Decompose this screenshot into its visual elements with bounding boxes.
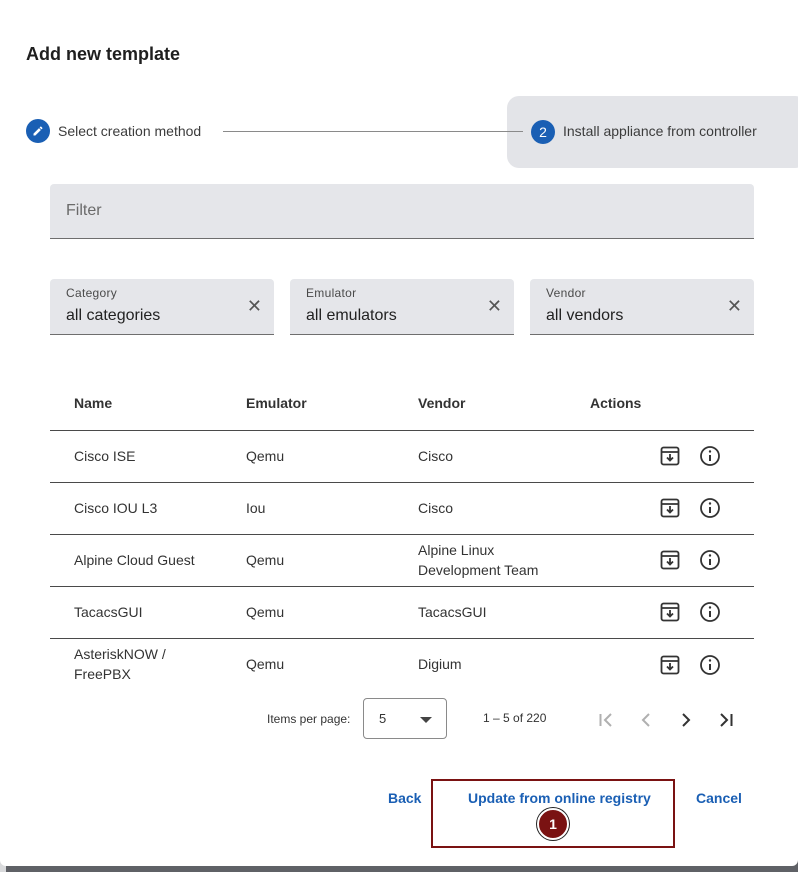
- cell-emulator: Qemu: [246, 552, 285, 568]
- install-icon[interactable]: [658, 496, 682, 520]
- vendor-value: all vendors: [546, 307, 624, 324]
- emulator-label: Emulator: [306, 286, 357, 300]
- cell-name: Cisco IOU L3: [74, 500, 158, 516]
- step-1-indicator[interactable]: [26, 119, 50, 143]
- last-page-icon[interactable]: [714, 708, 738, 732]
- cell-emulator: Qemu: [246, 604, 285, 620]
- cancel-button[interactable]: Cancel: [696, 790, 742, 806]
- next-page-icon[interactable]: [674, 708, 698, 732]
- cell-name: Alpine Cloud Guest: [74, 552, 195, 568]
- info-icon[interactable]: [698, 600, 722, 624]
- vendor-label: Vendor: [546, 286, 586, 300]
- info-icon[interactable]: [698, 444, 722, 468]
- cell-vendor: TacacsGUI: [418, 604, 487, 620]
- info-icon[interactable]: [698, 548, 722, 572]
- emulator-value: all emulators: [306, 307, 397, 324]
- back-button[interactable]: Back: [388, 790, 421, 806]
- cell-emulator: Iou: [246, 500, 266, 516]
- cell-emulator: Qemu: [246, 656, 285, 672]
- chevron-down-icon: [420, 717, 432, 723]
- table-row: TacacsGUI Qemu TacacsGUI: [50, 586, 754, 638]
- items-per-page-label: Items per page:: [267, 712, 351, 726]
- vendor-select[interactable]: Vendor all vendors ✕: [530, 279, 754, 335]
- cell-name: AsteriskNOW / FreePBX: [74, 646, 166, 682]
- cell-vendor: Cisco: [418, 448, 454, 464]
- category-select[interactable]: Category all categories ✕: [50, 279, 274, 335]
- emulator-clear-icon[interactable]: ✕: [487, 297, 502, 315]
- category-clear-icon[interactable]: ✕: [247, 297, 262, 315]
- filter-input[interactable]: [66, 202, 726, 220]
- info-icon[interactable]: [698, 653, 722, 677]
- table-row: Cisco ISE Qemu Cisco: [50, 430, 754, 482]
- page-size-select[interactable]: 5: [363, 698, 447, 739]
- pencil-icon: [33, 126, 43, 136]
- cell-vendor: Digium: [418, 656, 462, 672]
- cell-vendor: Cisco: [418, 500, 454, 516]
- cell-vendor: Alpine Linux Development Team: [418, 542, 539, 578]
- step-2-indicator: 2: [531, 120, 555, 144]
- header-emulator: Emulator: [246, 395, 307, 411]
- emulator-select[interactable]: Emulator all emulators ✕: [290, 279, 514, 335]
- install-icon[interactable]: [658, 444, 682, 468]
- header-name: Name: [74, 395, 113, 411]
- first-page-icon[interactable]: [594, 708, 618, 732]
- table-row: AsteriskNOW / FreePBX Qemu Digium: [50, 638, 754, 690]
- page-range-label: 1 – 5 of 220: [483, 711, 547, 725]
- page-size-value: 5: [379, 711, 387, 726]
- previous-page-icon[interactable]: [634, 708, 658, 732]
- install-icon[interactable]: [658, 548, 682, 572]
- cell-name: Cisco ISE: [74, 448, 136, 464]
- install-icon[interactable]: [658, 600, 682, 624]
- add-template-dialog: Add new template Select creation method …: [0, 0, 798, 866]
- category-label: Category: [66, 286, 118, 300]
- filter-field[interactable]: [50, 184, 754, 239]
- step-connector: [223, 131, 523, 132]
- step-2-label: Install appliance from controller: [563, 123, 757, 139]
- cell-name: TacacsGUI: [74, 604, 143, 620]
- info-icon[interactable]: [698, 496, 722, 520]
- header-actions: Actions: [590, 395, 642, 411]
- table-row: Alpine Cloud Guest Qemu Alpine Linux Dev…: [50, 534, 754, 586]
- table-row: Cisco IOU L3 Iou Cisco: [50, 482, 754, 534]
- annotation-badge: 1: [537, 808, 569, 840]
- dialog-title: Add new template: [26, 44, 181, 64]
- category-value: all categories: [66, 307, 161, 324]
- vendor-clear-icon[interactable]: ✕: [727, 297, 742, 315]
- cell-emulator: Qemu: [246, 448, 285, 464]
- header-vendor: Vendor: [418, 395, 466, 411]
- install-icon[interactable]: [658, 653, 682, 677]
- step-1-label: Select creation method: [58, 123, 202, 139]
